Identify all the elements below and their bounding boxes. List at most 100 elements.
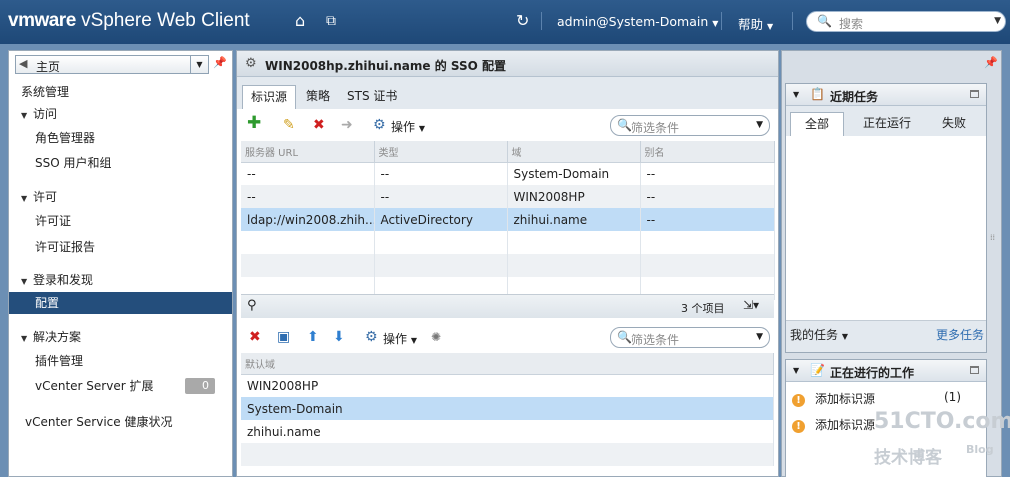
nav-item-configuration[interactable]: 配置 — [9, 292, 232, 314]
chevron-down-icon[interactable]: ▼ — [756, 332, 763, 342]
product-name: vSphere Web Client — [81, 10, 250, 31]
table-row[interactable]: -- -- System-Domain -- — [241, 162, 775, 185]
table-header-row: 默认域 — [241, 353, 774, 375]
my-tasks-menu[interactable]: 我的任务 ▼ — [790, 326, 848, 343]
maximize-icon[interactable] — [970, 90, 979, 98]
filter-placeholder: 筛选条件 — [631, 333, 680, 347]
table-row[interactable]: -- -- WIN2008HP -- — [241, 185, 775, 208]
actions-gear-icon[interactable]: ⚙ — [373, 117, 386, 133]
nav-label: 插件管理 — [35, 354, 84, 368]
nav-item-plugin-management[interactable]: 插件管理 — [9, 350, 232, 372]
refresh-icon[interactable]: ↻ — [516, 11, 529, 30]
table-row-selected[interactable]: ldap://win2008.zhih... ActiveDirectory z… — [241, 208, 775, 231]
tab-bar: 标识源 策略 STS 证书 — [237, 77, 778, 109]
actions-gear-icon[interactable]: ⚙ — [365, 329, 378, 345]
table-row[interactable]: WIN2008HP — [241, 374, 774, 397]
move-up-arrow-icon[interactable]: ⬆ — [307, 329, 319, 345]
collapse-triangle-icon[interactable]: ▼ — [21, 105, 33, 127]
default-domain-icon[interactable]: ➜ — [341, 117, 353, 133]
pin-icon[interactable]: 📌 — [213, 56, 227, 69]
nav-item-role-manager[interactable]: 角色管理器 — [9, 127, 232, 149]
column-header-default-domain[interactable]: 默认域 — [241, 353, 774, 375]
cell-alias: -- — [640, 208, 775, 231]
search-icon: 🔍 — [617, 330, 632, 344]
maximize-icon[interactable] — [970, 366, 979, 374]
collapse-triangle-icon[interactable]: ▼ — [21, 328, 33, 350]
column-header-alias[interactable]: 别名 — [640, 141, 775, 163]
grid-footer: ⚲ 3 个项目 ⇲▾ — [241, 294, 774, 318]
navigator-panel: ◀ 主页 ▼ 📌 系统管理 ▼ 访问 角色管理器 SSO 用户和组 ▼ 许可 许可证… — [8, 50, 233, 477]
actions-label: 操作 — [391, 120, 416, 134]
column-header-server-url[interactable]: 服务器 URL — [241, 141, 375, 163]
item-count: 3 个项目 — [681, 302, 725, 315]
nav-item-license-reports[interactable]: 许可证报告 — [9, 236, 232, 258]
tab-all[interactable]: 全部 — [790, 112, 844, 136]
global-search-input[interactable]: 🔍 搜索 ▼ — [806, 11, 1006, 32]
delete-icon[interactable]: ✖ — [313, 117, 325, 133]
home-icon[interactable]: ⌂ — [295, 11, 305, 30]
nav-heading-admin: 系统管理 — [9, 81, 232, 103]
actions-label: 操作 — [383, 332, 408, 346]
top-header-bar: vmware vSphere Web Client ⌂ ⧉ ↻ admin@Sy… — [0, 0, 1010, 44]
new-window-icon[interactable]: ⧉ — [326, 13, 336, 29]
nav-section-access[interactable]: ▼ 访问 — [9, 103, 232, 125]
work-item[interactable]: ! 添加标识源 (1) — [792, 390, 961, 407]
nav-section-sign-on-discovery[interactable]: ▼ 登录和发现 — [9, 269, 232, 291]
nav-item-sso-users-groups[interactable]: SSO 用户和组 — [9, 152, 232, 174]
user-menu[interactable]: admin@System-Domain ▼ — [557, 14, 718, 29]
column-header-domain[interactable]: 域 — [507, 141, 641, 163]
table-row-selected[interactable]: System-Domain — [241, 397, 774, 420]
warning-icon: ! — [792, 394, 805, 407]
my-tasks-label: 我的任务 — [790, 328, 839, 342]
tab-running[interactable]: 正在运行 — [856, 112, 918, 136]
cell-domain: WIN2008HP — [241, 374, 774, 397]
splitter-handle-icon[interactable]: ⁞⁞ — [990, 233, 995, 242]
pin-icon[interactable]: 📌 — [984, 56, 998, 69]
nav-label: vCenter Server 扩展 — [35, 379, 154, 393]
actions-menu[interactable]: 操作 ▼ — [383, 330, 417, 347]
header-divider — [541, 12, 542, 30]
collapse-triangle-icon[interactable]: ▼ — [793, 366, 799, 375]
save-icon[interactable]: ▣ — [277, 329, 290, 345]
nav-label: 系统管理 — [21, 85, 70, 99]
collapse-triangle-icon[interactable]: ▼ — [793, 90, 799, 99]
cell-server-url: ldap://win2008.zhih... — [241, 208, 375, 231]
nav-item-vcenter-extensions[interactable]: vCenter Server 扩展 0 — [9, 375, 232, 397]
tab-policies[interactable]: 策略 — [298, 85, 338, 109]
chevron-down-icon[interactable]: ▼ — [994, 16, 1001, 26]
nav-label: 配置 — [35, 296, 60, 310]
nav-section-licensing[interactable]: ▼ 许可 — [9, 186, 232, 208]
filter-input[interactable]: 🔍 筛选条件 ▼ — [610, 327, 770, 348]
column-header-type[interactable]: 类型 — [374, 141, 508, 163]
binoculars-icon[interactable]: ⚲ — [247, 298, 257, 313]
export-icon[interactable]: ⇲▾ — [743, 298, 759, 312]
actions-menu[interactable]: 操作 ▼ — [391, 118, 425, 135]
cell-server-url: -- — [241, 162, 375, 185]
edit-pencil-icon[interactable]: ✎ — [283, 117, 295, 133]
main-content-panel: ⚙ WIN2008hp.zhihui.name 的 SSO 配置 标识源 策略 … — [236, 50, 779, 477]
collapse-triangle-icon[interactable]: ▼ — [21, 271, 33, 293]
home-history-dropdown[interactable]: ◀ 主页 ▼ — [15, 55, 209, 74]
nav-section-solutions[interactable]: ▼ 解决方案 — [9, 326, 232, 348]
tab-identity-sources[interactable]: 标识源 — [242, 85, 297, 109]
move-down-arrow-icon[interactable]: ⬇ — [333, 329, 345, 345]
search-placeholder: 搜索 — [839, 17, 864, 31]
tab-failed[interactable]: 失败 — [930, 112, 978, 136]
tab-sts-certificate[interactable]: STS 证书 — [339, 85, 405, 109]
panel-header: ⚙ WIN2008hp.zhihui.name 的 SSO 配置 — [237, 51, 778, 77]
table-row[interactable]: zhihui.name — [241, 420, 774, 443]
chevron-down-icon[interactable]: ▼ — [756, 120, 763, 130]
back-arrow-icon[interactable]: ◀ — [19, 57, 27, 70]
chevron-down-icon[interactable]: ▼ — [190, 56, 208, 73]
nav-item-licenses[interactable]: 许可证 — [9, 210, 232, 232]
help-menu[interactable]: 帮助 ▼ — [738, 14, 773, 33]
chevron-down-icon: ▼ — [841, 332, 848, 341]
delete-icon[interactable]: ✖ — [249, 329, 261, 345]
add-icon[interactable]: ✚ — [247, 115, 261, 132]
nav-item-vcenter-service-health[interactable]: vCenter Service 健康状况 — [9, 411, 232, 433]
more-tasks-link[interactable]: 更多任务 — [936, 326, 984, 343]
filter-placeholder: 筛选条件 — [631, 121, 680, 135]
collapse-triangle-icon[interactable]: ▼ — [21, 188, 33, 210]
filter-input[interactable]: 🔍 筛选条件 ▼ — [610, 115, 770, 136]
work-item[interactable]: ! 添加标识源 — [792, 416, 875, 433]
